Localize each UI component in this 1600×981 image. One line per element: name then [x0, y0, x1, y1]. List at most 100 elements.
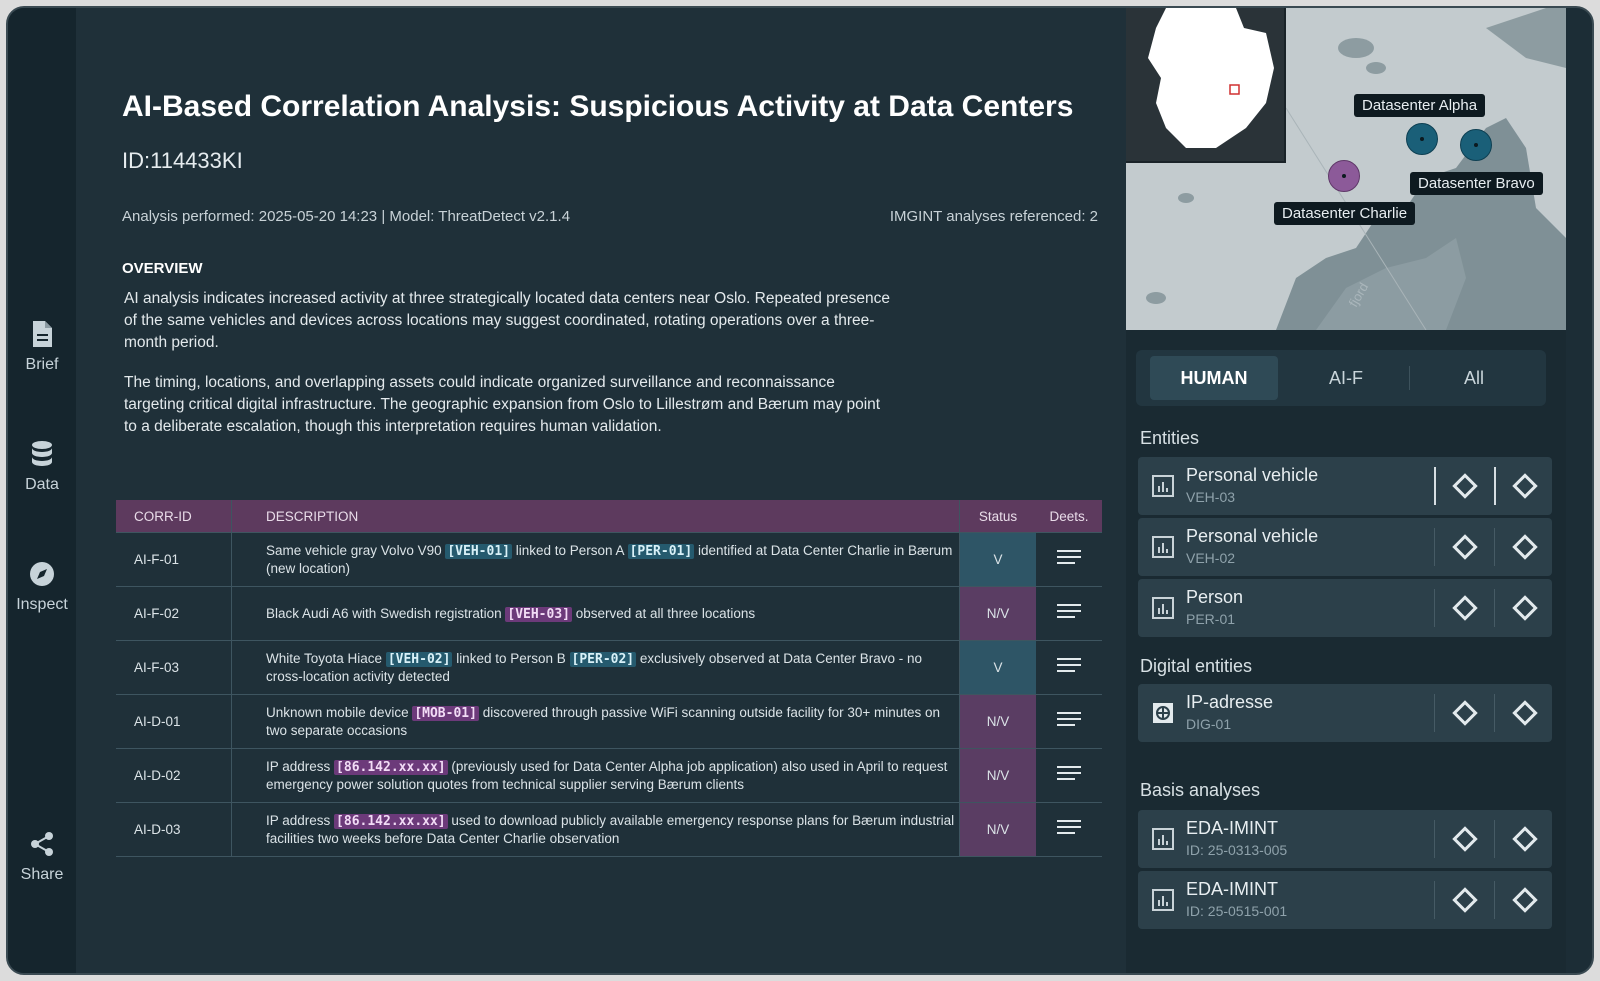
status-cell[interactable]: V [959, 532, 1036, 587]
nav-share[interactable]: Share [8, 830, 76, 884]
description-cell: Black Audi A6 with Swedish registration … [231, 586, 960, 641]
deets-button[interactable] [1036, 640, 1102, 695]
description-text: Unknown mobile device [266, 705, 413, 720]
details-lines-icon [1057, 604, 1081, 618]
map-label-alpha: Datasenter Alpha [1354, 94, 1486, 117]
status-cell[interactable]: N/V [959, 748, 1036, 803]
overview-paragraph-2: The timing, locations, and overlapping a… [124, 374, 881, 435]
table-row[interactable]: AI-D-02 IP address [86.142.xx.xx] (previo… [116, 748, 1102, 803]
chart-icon [1152, 889, 1174, 911]
network-icon [1153, 703, 1173, 723]
status-cell[interactable]: N/V [959, 802, 1036, 857]
entity-card[interactable]: EDA-IMINT ID: 25-0313-005 [1138, 810, 1552, 868]
corr-id-cell: AI-D-01 [116, 694, 232, 749]
corr-id-cell: AI-F-02 [116, 586, 232, 641]
tab-human[interactable]: HUMAN [1150, 356, 1278, 400]
entity-card[interactable]: Personal vehicle VEH-03 [1138, 457, 1552, 515]
locate-diamond-icon[interactable] [1452, 700, 1478, 726]
description-cell: White Toyota Hiace [VEH-02] linked to Pe… [231, 640, 960, 695]
locate-diamond-icon[interactable] [1452, 887, 1478, 913]
map-label-bravo: Datasenter Bravo [1410, 172, 1543, 195]
nav-data[interactable]: Data [8, 440, 76, 494]
nav-brief[interactable]: Brief [8, 320, 76, 374]
pin-diamond-icon[interactable] [1512, 595, 1538, 621]
entity-tag[interactable]: [PER-01] [627, 544, 695, 559]
pin-diamond-icon[interactable] [1512, 700, 1538, 726]
locate-diamond-icon[interactable] [1452, 826, 1478, 852]
pin-diamond-icon[interactable] [1512, 826, 1538, 852]
table-row[interactable]: AI-F-01 Same vehicle gray Volvo V90 [VEH-… [116, 532, 1102, 587]
entity-tag[interactable]: [VEH-01] [445, 544, 512, 559]
imgint-count: IMGINT analyses referenced: 2 [889, 208, 1098, 225]
nav-inspect[interactable]: Inspect [8, 560, 76, 614]
map-pin-alpha[interactable] [1406, 123, 1438, 155]
description-text: linked to Person B [452, 651, 570, 666]
table-row[interactable]: AI-F-03 White Toyota Hiace [VEH-02] linke… [116, 640, 1102, 695]
table-header-row: CORR-ID DESCRIPTION Status Deets. [116, 500, 1102, 533]
pin-diamond-icon[interactable] [1512, 534, 1538, 560]
database-icon [32, 441, 52, 466]
card-divider [1434, 467, 1436, 505]
card-divider [1434, 820, 1435, 858]
table-row[interactable]: AI-D-03 IP address [86.142.xx.xx] used to… [116, 802, 1102, 857]
col-header-description: DESCRIPTION [231, 500, 960, 533]
entity-name: EDA-IMINT [1186, 818, 1278, 838]
tab-all[interactable]: All [1414, 356, 1534, 400]
deets-button[interactable] [1036, 532, 1102, 587]
map-overview-inset [1126, 8, 1286, 163]
entity-tag[interactable]: [VEH-03] [505, 606, 572, 622]
status-cell[interactable]: N/V [959, 694, 1036, 749]
nav-share-label: Share [20, 866, 64, 883]
entity-name: Personal vehicle [1186, 526, 1319, 546]
map-pin-bravo[interactable] [1460, 129, 1492, 161]
entity-id: DIG-01 [1186, 716, 1232, 732]
corr-id-cell: AI-F-03 [116, 640, 232, 695]
chart-icon [1152, 597, 1174, 619]
pin-diamond-icon[interactable] [1512, 887, 1538, 913]
description-text: White Toyota Hiace [266, 651, 386, 666]
locate-diamond-icon[interactable] [1452, 534, 1478, 560]
card-divider [1434, 881, 1435, 919]
tab-ai-f[interactable]: AI-F [1286, 356, 1406, 400]
entity-card[interactable]: IP-adresse DIG-01 [1138, 684, 1552, 742]
deets-button[interactable] [1036, 802, 1102, 857]
entity-tag[interactable]: [MOB-01] [412, 706, 479, 721]
entity-tag[interactable]: [86.142.xx.xx] [334, 760, 448, 775]
deets-button[interactable] [1036, 694, 1102, 749]
description-text: Same vehicle gray Volvo V90 [266, 543, 446, 558]
digital-entities-heading: Digital entities [1140, 656, 1253, 676]
entity-tag[interactable]: [PER-02] [569, 652, 637, 667]
entity-card[interactable]: Person PER-01 [1138, 579, 1552, 637]
status-cell[interactable]: V [959, 640, 1036, 695]
entity-name: IP-adresse [1186, 692, 1274, 712]
pin-diamond-icon[interactable] [1512, 473, 1538, 499]
basis-analyses-heading: Basis analyses [1140, 780, 1261, 800]
locate-diamond-icon[interactable] [1452, 473, 1478, 499]
details-lines-icon [1057, 712, 1081, 726]
left-nav-rail: Brief Data Inspect Share [8, 8, 76, 973]
deets-button[interactable] [1036, 748, 1102, 803]
entities-heading: Entities [1140, 428, 1200, 448]
filter-tabs: HUMAN AI-F All [1136, 350, 1546, 406]
analysis-meta: Analysis performed: 2025-05-20 14:23 | M… [122, 208, 571, 225]
status-cell[interactable]: N/V [959, 586, 1036, 641]
table-row[interactable]: AI-D-01 Unknown mobile device [MOB-01] di… [116, 694, 1102, 749]
map-pin-charlie[interactable] [1328, 160, 1360, 192]
details-lines-icon [1057, 820, 1081, 834]
map-view[interactable]: fjord Datasenter Alpha Datasenter Bravo … [1126, 8, 1566, 330]
entity-name: Person [1186, 587, 1244, 607]
app-window: Brief Data Inspect Share AI-Based Correl… [6, 6, 1594, 975]
col-header-deets: Deets. [1036, 500, 1102, 533]
corr-id-cell: AI-D-02 [116, 748, 232, 803]
details-lines-icon [1057, 550, 1081, 564]
overview-heading: OVERVIEW [122, 260, 203, 277]
entity-tag[interactable]: [86.142.xx.xx] [334, 814, 448, 829]
entity-id: ID: 25-0515-001 [1186, 903, 1288, 919]
locate-diamond-icon[interactable] [1452, 595, 1478, 621]
entity-card[interactable]: EDA-IMINT ID: 25-0515-001 [1138, 871, 1552, 929]
entity-card[interactable]: Personal vehicle VEH-02 [1138, 518, 1552, 576]
entity-tag[interactable]: [VEH-02] [385, 652, 453, 667]
table-row[interactable]: AI-F-02 Black Audi A6 with Swedish regist… [116, 586, 1102, 641]
deets-button[interactable] [1036, 586, 1102, 641]
report-panel: AI-Based Correlation Analysis: Suspiciou… [76, 8, 1156, 973]
